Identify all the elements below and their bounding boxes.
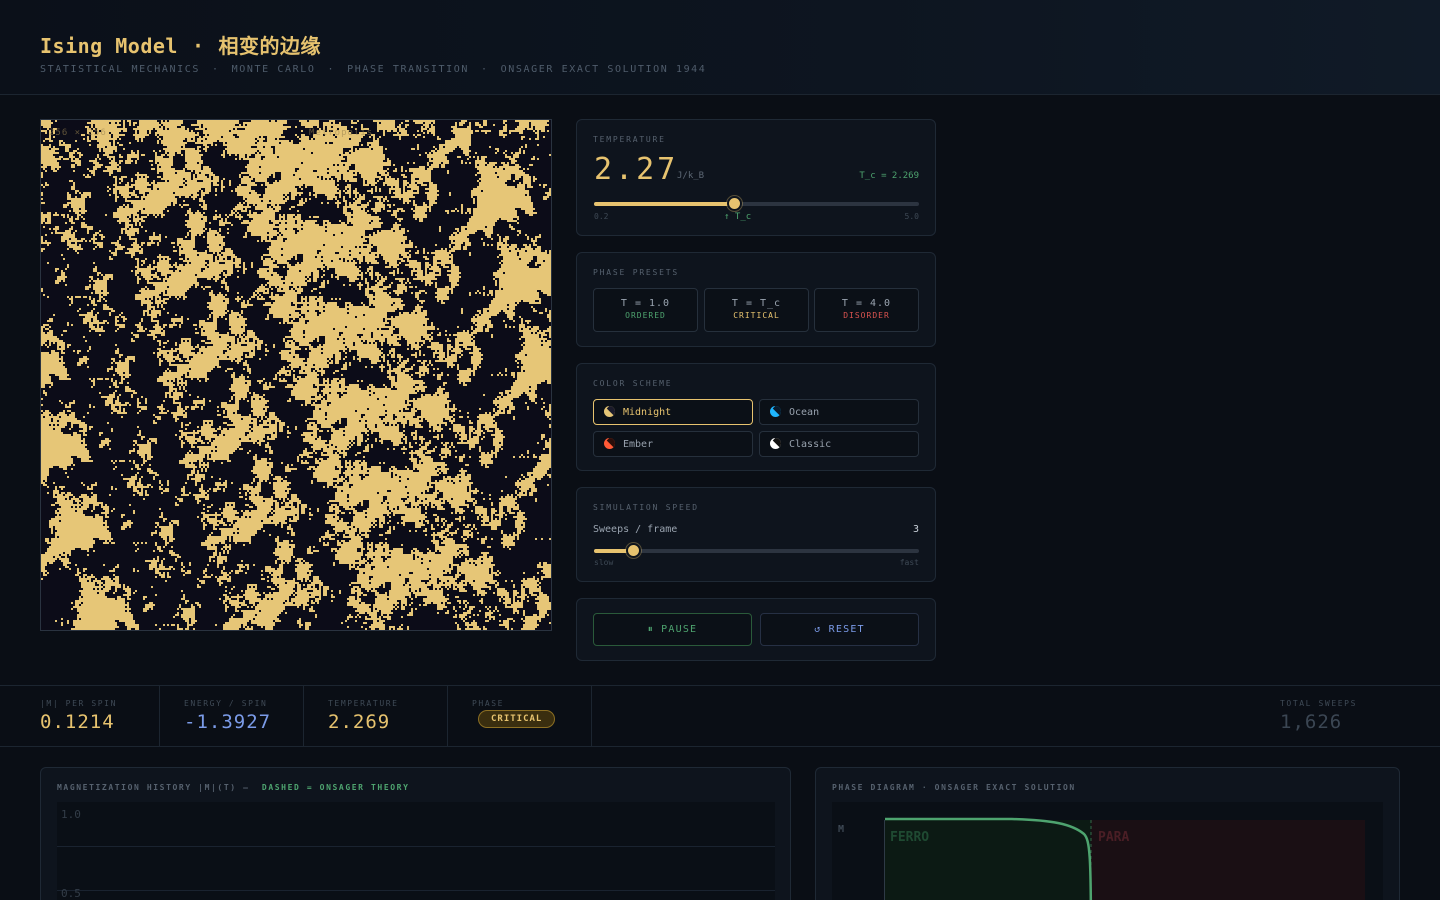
ocean-swatch-icon [770, 406, 781, 417]
temperature-value: 2.27 [594, 152, 679, 187]
color-scheme-panel: COLOR SCHEME Midnight Ocean Ember Classi… [576, 363, 936, 471]
speed-slider-thumb[interactable] [626, 543, 641, 558]
phase-presets-panel: PHASE PRESETS T = 1.0 ORDERED T = T_c CR… [576, 252, 936, 347]
y-tick-label: 1.0 [61, 808, 81, 821]
stat-energy: ENERGY / SPIN -1.3927 [160, 686, 304, 746]
subtitle-item: ONSAGER EXACT SOLUTION 1944 [500, 64, 707, 75]
scheme-ocean-button[interactable]: Ocean [759, 399, 919, 425]
chart-title-highlight: DASHED = ONSAGER THEORY [261, 783, 410, 792]
lattice-canvas[interactable]: 256 × 256 Metropolis [40, 119, 552, 631]
lattice-size-label: 256 × 256 [49, 128, 107, 138]
preset-temperature: T = 1.0 [620, 298, 671, 309]
temperature-slider-track[interactable] [594, 202, 919, 206]
subtitle-separator: · [327, 64, 336, 75]
reset-button[interactable]: ↺ RESET [760, 613, 919, 646]
magnetization-plot-area: 1.0 0.5 [57, 802, 775, 900]
stat-value: 1,626 [1280, 711, 1343, 733]
magnetization-chart-title: MAGNETIZATION HISTORY |M|(T) — DASHED = … [57, 783, 410, 792]
subtitle-item: PHASE TRANSITION [347, 64, 470, 75]
stat-label: TEMPERATURE [328, 699, 399, 708]
speed-slider-track[interactable] [594, 549, 919, 553]
scheme-name: Ocean [789, 407, 820, 418]
chart-title-text: MAGNETIZATION HISTORY |M|(T) — [57, 783, 250, 792]
subtitle-item: MONTE CARLO [231, 64, 316, 75]
stat-value: -1.3927 [184, 711, 272, 733]
preset-temperature: T = T_c [731, 298, 782, 309]
stat-label: |M| PER SPIN [40, 699, 117, 708]
phase-diagram-card: PHASE DIAGRAM · ONSAGER EXACT SOLUTION M… [815, 767, 1400, 900]
preset-state: ORDERED [625, 311, 666, 320]
stat-value: 2.269 [328, 711, 391, 733]
preset-state: DISORDER [843, 311, 890, 320]
scheme-name: Ember [623, 439, 654, 450]
para-label: PARA [1098, 830, 1130, 845]
critical-temperature-marker: ↑ T_c [724, 212, 752, 222]
title-chinese: 相变的边缘 [218, 34, 321, 58]
temperature-max-label: 5.0 [904, 212, 919, 221]
stat-label: ENERGY / SPIN [184, 699, 268, 708]
ember-swatch-icon [604, 438, 615, 449]
subtitle-separator: · [212, 64, 220, 75]
presets-label: PHASE PRESETS [593, 268, 680, 277]
subtitle-separator: · [481, 64, 489, 75]
temperature-slider-fill [594, 202, 735, 206]
page-title: Ising Model · 相变的边缘 [40, 30, 321, 59]
subtitle-item: STATISTICAL MECHANICS [40, 64, 201, 75]
title-separator: · [191, 34, 205, 58]
stat-magnetization: |M| PER SPIN 0.1214 [40, 686, 160, 746]
phase-status-badge: CRITICAL [478, 710, 556, 728]
title-main: Ising Model [40, 34, 178, 58]
page-subtitle: STATISTICAL MECHANICS · MONTE CARLO · PHASE … [40, 64, 706, 75]
app-header: Ising Model · 相变的边缘 STATISTICAL MECHANICS ·… [0, 0, 1440, 95]
speed-value: 3 [912, 524, 919, 535]
scheme-name: Classic [789, 439, 832, 450]
magnetization-history-card: MAGNETIZATION HISTORY |M|(T) — DASHED = … [40, 767, 791, 900]
stat-value: 0.1214 [40, 711, 115, 733]
pause-button[interactable]: ⏸ PAUSE [593, 613, 752, 646]
stats-bar: |M| PER SPIN 0.1214 ENERGY / SPIN -1.392… [0, 685, 1440, 747]
spin-lattice[interactable] [41, 120, 551, 630]
critical-temperature-note: T_c = 2.269 [859, 171, 919, 181]
stat-label: PHASE [472, 699, 505, 708]
scheme-classic-button[interactable]: Classic [759, 431, 919, 457]
scheme-name: Midnight [623, 407, 672, 418]
temperature-unit: J/k_B [677, 171, 705, 181]
speed-max-label: fast [899, 558, 919, 567]
color-scheme-label: COLOR SCHEME [593, 379, 673, 388]
y-tick-label: 0.5 [61, 887, 81, 900]
preset-state: CRITICAL [733, 311, 780, 320]
grid-line [57, 890, 775, 891]
temperature-panel: TEMPERATURE 2.27 J/k_B T_c = 2.269 0.2 ↑… [576, 119, 936, 236]
controls-panel: ⏸ PAUSE ↺ RESET [576, 598, 936, 661]
speed-name: Sweeps / frame [593, 524, 678, 535]
classic-swatch-icon [770, 438, 781, 449]
stat-label: TOTAL SWEEPS [1280, 699, 1357, 708]
magnetization-curve [885, 817, 1093, 900]
phase-diagram-title: PHASE DIAGRAM · ONSAGER EXACT SOLUTION [832, 783, 1076, 792]
preset-disorder-button[interactable]: T = 4.0 DISORDER [814, 288, 919, 332]
ferro-label: FERRO [890, 830, 930, 845]
stat-phase: PHASE CRITICAL [448, 686, 592, 746]
preset-temperature: T = 4.0 [841, 298, 892, 309]
grid-line [57, 846, 775, 847]
phase-diagram-plot: M FERRO PARA [832, 802, 1383, 900]
temperature-min-label: 0.2 [594, 212, 609, 221]
scheme-midnight-button[interactable]: Midnight [593, 399, 753, 425]
speed-label: SIMULATION SPEED [593, 503, 699, 512]
stat-total-sweeps: TOTAL SWEEPS 1,626 [1280, 686, 1400, 746]
speed-min-label: slow [594, 558, 614, 567]
preset-critical-button[interactable]: T = T_c CRITICAL [704, 288, 809, 332]
stat-temperature: TEMPERATURE 2.269 [304, 686, 448, 746]
temperature-slider-thumb[interactable] [727, 196, 743, 211]
midnight-swatch-icon [604, 406, 615, 417]
lattice-algorithm-label: Metropolis [309, 128, 374, 138]
temperature-label: TEMPERATURE [593, 135, 666, 144]
simulation-speed-panel: SIMULATION SPEED Sweeps / frame 3 slow f… [576, 487, 936, 582]
scheme-ember-button[interactable]: Ember [593, 431, 753, 457]
preset-ordered-button[interactable]: T = 1.0 ORDERED [593, 288, 698, 332]
